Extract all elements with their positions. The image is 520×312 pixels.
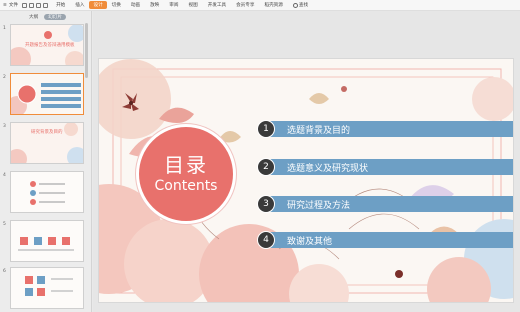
current-slide[interactable]: 目录 Contents 1 选题背景及目的 2 选题意义及研究现状 3 研究过程… — [98, 58, 514, 303]
print-icon[interactable] — [29, 2, 35, 8]
thumbnail-row[interactable]: 1 开题报告及答辩通用模板 — [0, 24, 88, 68]
tab-member[interactable]: 会员专享 — [231, 2, 259, 8]
thumbnail-row[interactable]: 4 — [0, 171, 88, 215]
thumbnail-title: 开题报告及答辩通用模板 — [25, 43, 75, 48]
menu-icon: ≡ — [3, 2, 7, 8]
thumbnail-art — [11, 74, 83, 114]
agenda-number-badge: 1 — [257, 120, 275, 138]
agenda-label: 致谢及其他 — [287, 236, 333, 247]
search-icon — [292, 2, 298, 8]
thumbnail-number: 6 — [3, 269, 6, 274]
title-english: Contents — [154, 178, 218, 194]
tab-insert[interactable]: 插入 — [70, 2, 89, 8]
tab-design[interactable]: 设计 — [89, 1, 107, 9]
menu-bar: ≡ 文件 开始 插入 设计 切换 动画 放映 审阅 视图 开发工具 会员专享 稻… — [0, 0, 520, 11]
tab-transition[interactable]: 切换 — [107, 2, 126, 8]
thumbnail-art — [11, 268, 83, 308]
thumbnail-number: 4 — [3, 173, 6, 178]
tab-outline[interactable]: 大纲 — [29, 14, 38, 20]
agenda-number-badge: 4 — [257, 231, 275, 249]
title-chinese: 目录 — [164, 153, 208, 177]
panel-tabs: 大纲 幻灯片 — [0, 11, 91, 22]
slide-thumbnail[interactable] — [10, 171, 84, 213]
thumbnail-number: 3 — [3, 124, 6, 129]
presentation-editor: ≡ 文件 开始 插入 设计 切换 动画 放映 审阅 视图 开发工具 会员专享 稻… — [0, 0, 520, 312]
agenda-label: 研究过程及方法 — [287, 200, 351, 211]
slide-thumbnail[interactable] — [10, 220, 84, 262]
thumbnail-title: 研究背景及目的 — [31, 130, 63, 135]
slide-thumbnail-panel: 大纲 幻灯片 1 开题报告及答辩通用模板 2 3 研究背景及目的 4 5 6 — [0, 11, 92, 312]
slide-thumbnail[interactable]: 研究背景及目的 — [10, 122, 84, 164]
agenda-label: 选题背景及目的 — [287, 125, 351, 136]
agenda-item[interactable]: 4 致谢及其他 — [257, 231, 513, 249]
contents-title-circle: 目录 Contents — [136, 124, 236, 224]
file-menu[interactable]: ≡ 文件 — [0, 2, 22, 9]
slide-thumbnail[interactable] — [10, 267, 84, 309]
thumbnail-row[interactable]: 2 — [0, 73, 88, 117]
tab-review[interactable]: 审阅 — [164, 2, 183, 8]
slide-thumbnail-selected[interactable] — [10, 73, 84, 115]
thumbnail-number: 2 — [3, 75, 6, 80]
tab-home[interactable]: 开始 — [51, 2, 70, 8]
thumbnail-row[interactable]: 5 — [0, 220, 88, 264]
tab-resources[interactable]: 稻壳资源 — [259, 2, 287, 8]
thumbnail-number: 5 — [3, 222, 6, 227]
agenda-number-badge: 2 — [257, 158, 275, 176]
search-button[interactable]: 查找 — [288, 2, 313, 8]
thumbnail-art — [11, 221, 83, 261]
quick-access-toolbar — [22, 2, 49, 8]
tab-slideshow[interactable]: 放映 — [145, 2, 164, 8]
search-label: 查找 — [298, 3, 309, 8]
tab-developer[interactable]: 开发工具 — [203, 2, 231, 8]
thumbnail-number: 1 — [3, 26, 6, 31]
agenda-label: 选题意义及研究现状 — [287, 163, 369, 174]
agenda-item[interactable]: 1 选题背景及目的 — [257, 120, 513, 138]
agenda-number-badge: 3 — [257, 195, 275, 213]
slide-editing-area: 目录 Contents 1 选题背景及目的 2 选题意义及研究现状 3 研究过程… — [93, 11, 520, 312]
tab-animation[interactable]: 动画 — [126, 2, 145, 8]
thumbnail-row[interactable]: 3 研究背景及目的 — [0, 122, 88, 166]
agenda-item[interactable]: 2 选题意义及研究现状 — [257, 158, 513, 176]
tab-slides[interactable]: 幻灯片 — [44, 13, 66, 20]
agenda-item[interactable]: 3 研究过程及方法 — [257, 195, 513, 213]
tab-view[interactable]: 视图 — [183, 2, 202, 8]
slide-thumbnail[interactable]: 开题报告及答辩通用模板 — [10, 24, 84, 66]
thumbnail-art — [11, 172, 83, 212]
undo-icon[interactable] — [36, 2, 42, 8]
redo-icon[interactable] — [43, 2, 49, 8]
thumbnail-row[interactable]: 6 — [0, 267, 88, 311]
save-icon[interactable] — [22, 2, 28, 8]
file-menu-label: 文件 — [8, 3, 19, 8]
